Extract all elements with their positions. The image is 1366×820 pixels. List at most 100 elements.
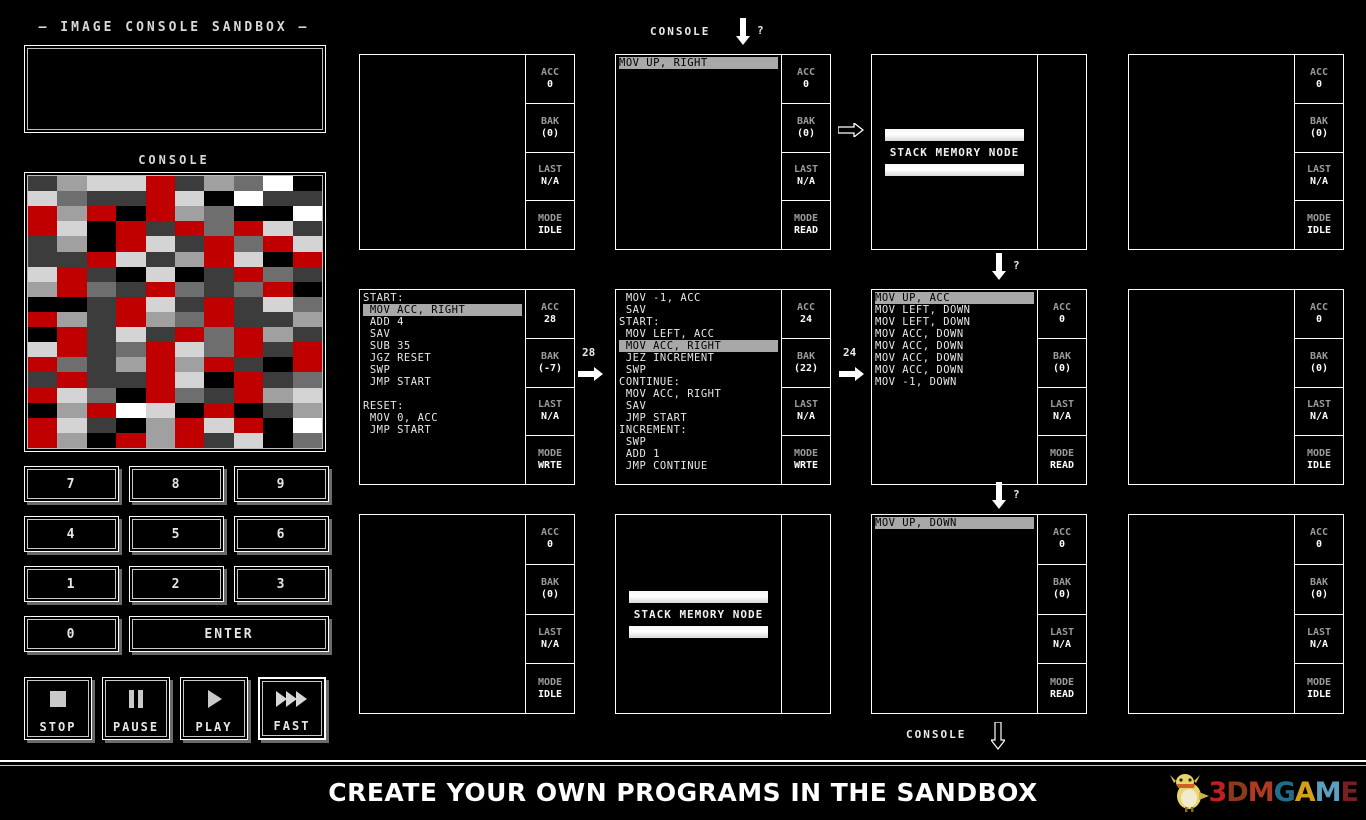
code-line[interactable]: SAV [619, 400, 778, 412]
code-editor[interactable]: MOV -1, ACC SAV START: MOV LEFT, ACC MOV … [616, 290, 782, 484]
register-bak: BAK (0) [526, 565, 574, 615]
code-line[interactable]: SAV [619, 304, 778, 316]
code-line[interactable]: MOV ACC, DOWN [875, 352, 1034, 364]
transport-stop-button[interactable]: STOP [24, 677, 92, 740]
code-line-active[interactable]: MOV ACC, RIGHT [363, 304, 522, 316]
key-5[interactable]: 5 [129, 516, 224, 552]
code-line[interactable]: JMP START [363, 376, 522, 388]
key-7[interactable]: 7 [24, 466, 119, 502]
code-line[interactable]: ADD 4 [363, 316, 522, 328]
code-line-active[interactable]: MOV UP, RIGHT [619, 57, 778, 69]
code-line-active[interactable]: MOV UP, ACC [875, 292, 1034, 304]
code-editor[interactable]: MOV UP, ACC MOV LEFT, DOWN MOV LEFT, DOWN M… [872, 290, 1038, 484]
code-line[interactable]: SWP [363, 364, 522, 376]
image-console[interactable] [24, 172, 326, 452]
compute-node[interactable]: ACC 0 BAK (0) LAST N/A MODE IDLE [359, 54, 575, 250]
key-label: 9 [276, 476, 287, 492]
code-editor[interactable] [360, 55, 526, 249]
pixel-cell [57, 236, 87, 252]
compute-node[interactable]: MOV -1, ACC SAV START: MOV LEFT, ACC MOV … [615, 289, 831, 485]
transport-play-button[interactable]: PLAY [180, 677, 248, 740]
stack-memory-node[interactable]: STACK MEMORY NODE [871, 54, 1087, 250]
key-1[interactable]: 1 [24, 566, 119, 602]
code-line[interactable]: SAV [363, 328, 522, 340]
code-line[interactable]: SWP [619, 436, 778, 448]
code-line[interactable]: MOV LEFT, DOWN [875, 316, 1034, 328]
code-line[interactable]: MOV 0, ACC [363, 412, 522, 424]
pixel-cell [28, 296, 58, 312]
pixel-cell [57, 372, 87, 388]
key-9[interactable]: 9 [234, 466, 329, 502]
code-line[interactable]: MOV ACC, DOWN [875, 340, 1034, 352]
bottom-console-label: CONSOLE [906, 728, 967, 741]
app-root: — IMAGE CONSOLE SANDBOX — CONSOLE 7 8 9 4 5 6… [0, 0, 1366, 820]
code-line[interactable]: SUB 35 [363, 340, 522, 352]
pixel-cell [116, 387, 146, 403]
code-line[interactable]: MOV ACC, DOWN [875, 364, 1034, 376]
stack-memory-node[interactable]: STACK MEMORY NODE [615, 514, 831, 714]
key-8[interactable]: 8 [129, 466, 224, 502]
compute-node[interactable]: START: MOV ACC, RIGHT ADD 4 SAV SUB 35 J… [359, 289, 575, 485]
transport-fast-button[interactable]: FAST [258, 677, 326, 740]
code-line[interactable]: INCREMENT: [619, 424, 778, 436]
compute-node[interactable]: MOV UP, RIGHT ACC 0 BAK (0) LAST N/A MODE READ [615, 54, 831, 250]
key-3[interactable]: 3 [234, 566, 329, 602]
pixel-cell [292, 417, 322, 433]
register-value: (22) [793, 362, 819, 374]
code-line[interactable]: START: [363, 292, 522, 304]
register-name: MODE [1306, 448, 1332, 460]
code-line-active[interactable]: MOV UP, DOWN [875, 517, 1034, 529]
transport-pause-button[interactable]: PAUSE [102, 677, 170, 740]
code-line[interactable] [363, 388, 522, 400]
pixel-cell [116, 432, 146, 448]
compute-node[interactable]: MOV UP, DOWN ACC 0 BAK (0) LAST N/A MODE READ [871, 514, 1087, 714]
code-editor[interactable]: MOV UP, RIGHT [616, 55, 782, 249]
register-acc: ACC 0 [1295, 290, 1343, 339]
code-line[interactable]: ADD 1 [619, 448, 778, 460]
compute-node[interactable]: ACC 0 BAK (0) LAST N/A MODE IDLE [1128, 54, 1344, 250]
code-line-active[interactable]: MOV ACC, RIGHT [619, 340, 778, 352]
code-line[interactable]: JMP START [363, 424, 522, 436]
register-last: LAST N/A [526, 615, 574, 665]
pixel-cell [145, 191, 175, 207]
code-line[interactable]: MOV -1, ACC [619, 292, 778, 304]
compute-node[interactable]: MOV UP, ACC MOV LEFT, DOWN MOV LEFT, DOWN M… [871, 289, 1087, 485]
pixel-cell [116, 191, 146, 207]
memory-node-label: STACK MEMORY NODE [633, 607, 764, 621]
code-line[interactable]: JEZ INCREMENT [619, 352, 778, 364]
code-line[interactable]: MOV ACC, DOWN [875, 328, 1034, 340]
key-0[interactable]: 0 [24, 616, 119, 652]
key-enter[interactable]: ENTER [129, 616, 329, 652]
code-line[interactable]: JMP CONTINUE [619, 460, 778, 472]
pixel-cell [204, 432, 234, 448]
key-6[interactable]: 6 [234, 516, 329, 552]
code-line[interactable]: MOV -1, DOWN [875, 376, 1034, 388]
code-line[interactable]: MOV LEFT, ACC [619, 328, 778, 340]
code-line[interactable]: CONTINUE: [619, 376, 778, 388]
code-line[interactable]: MOV ACC, RIGHT [619, 388, 778, 400]
code-editor[interactable]: MOV UP, DOWN [872, 515, 1038, 713]
key-2[interactable]: 2 [129, 566, 224, 602]
pixel-cell [174, 327, 205, 343]
code-editor[interactable]: START: MOV ACC, RIGHT ADD 4 SAV SUB 35 J… [360, 290, 526, 484]
register-acc: ACC 0 [1038, 515, 1086, 565]
code-editor[interactable] [1129, 515, 1295, 713]
compute-node[interactable]: ACC 0 BAK (0) LAST N/A MODE IDLE [1128, 289, 1344, 485]
code-line[interactable]: START: [619, 316, 778, 328]
code-line[interactable]: RESET: [363, 400, 522, 412]
code-line[interactable]: SWP [619, 364, 778, 376]
pixel-cell [204, 311, 234, 328]
compute-node[interactable]: ACC 0 BAK (0) LAST N/A MODE IDLE [1128, 514, 1344, 714]
code-line[interactable]: JMP START [619, 412, 778, 424]
code-line[interactable]: MOV LEFT, DOWN [875, 304, 1034, 316]
pixel-cell [233, 206, 264, 222]
pixel-cell [233, 372, 264, 388]
code-editor[interactable] [1129, 290, 1295, 484]
code-line[interactable]: JGZ RESET [363, 352, 522, 364]
compute-node[interactable]: ACC 0 BAK (0) LAST N/A MODE IDLE [359, 514, 575, 714]
code-editor[interactable] [360, 515, 526, 713]
register-bak: BAK (0) [1295, 339, 1343, 388]
code-editor[interactable] [1129, 55, 1295, 249]
memory-bar-bottom [885, 163, 1024, 176]
key-4[interactable]: 4 [24, 516, 119, 552]
